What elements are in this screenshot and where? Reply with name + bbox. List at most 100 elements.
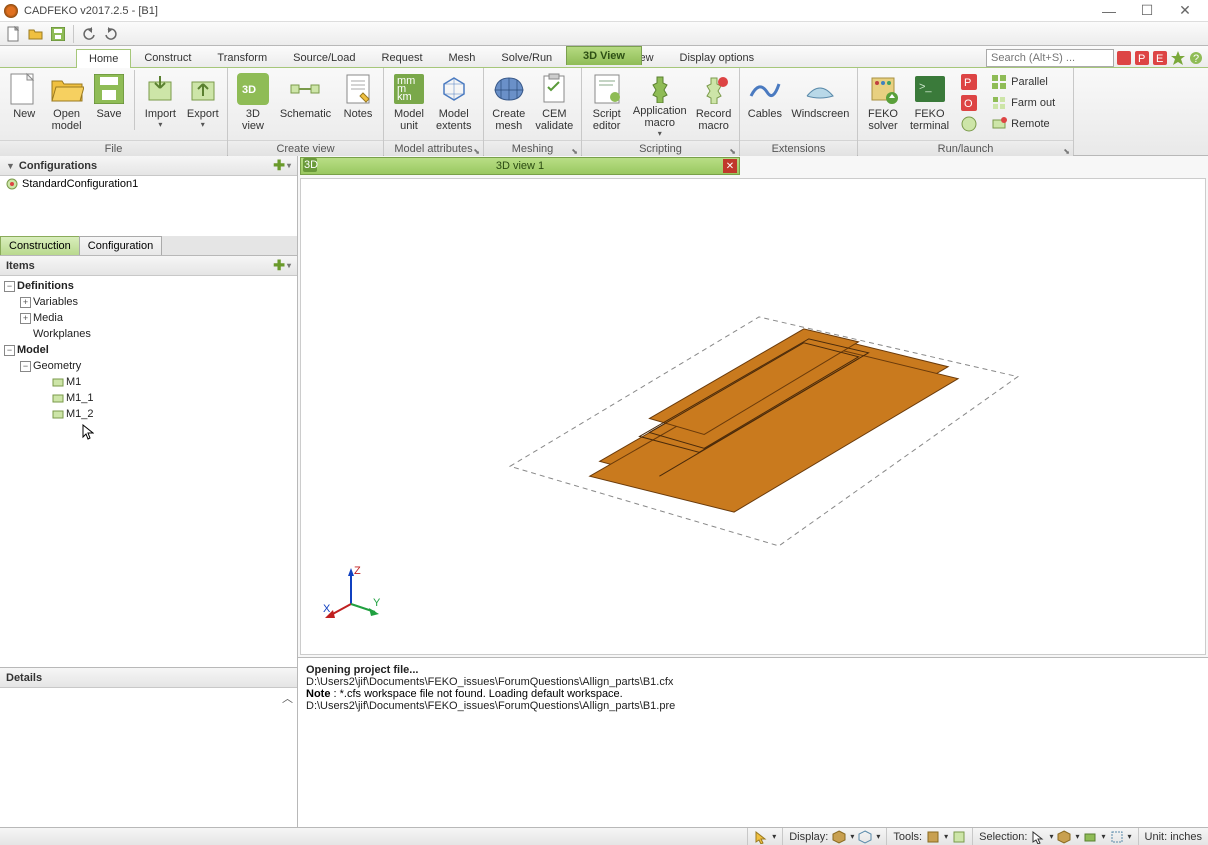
- open-icon[interactable]: [26, 25, 46, 43]
- tab-mesh[interactable]: Mesh: [436, 48, 489, 67]
- expand-icon[interactable]: +: [20, 297, 31, 308]
- tri-icon-1[interactable]: [1116, 50, 1132, 66]
- log-area[interactable]: Opening project file... D:\Users2\jif\Do…: [298, 657, 1208, 827]
- tree-item-m1-2[interactable]: M1_2: [4, 406, 293, 422]
- status-bar: ▾ Display: ▾ ▾ Tools: ▾ Selection: ▾ ▾ ▾…: [0, 827, 1208, 845]
- tab-transform[interactable]: Transform: [204, 48, 280, 67]
- cem-validate-button[interactable]: CEM validate: [532, 70, 577, 140]
- tri-icon-2[interactable]: P: [1134, 50, 1150, 66]
- select-region-icon[interactable]: [1110, 830, 1124, 844]
- launch-icon-1[interactable]: P: [957, 72, 981, 92]
- part-icon: [52, 376, 64, 388]
- status-display-label: Display:: [789, 831, 828, 843]
- axis-x-label: X: [323, 603, 331, 615]
- select-arrow-icon[interactable]: [1031, 830, 1045, 844]
- tools-icon-1[interactable]: [926, 830, 940, 844]
- axis-y-label: Y: [373, 597, 381, 609]
- tree-item-m1-1[interactable]: M1_1: [4, 390, 293, 406]
- close-tab-icon[interactable]: ✕: [723, 159, 737, 173]
- collapse-details-icon[interactable]: ︿: [282, 690, 293, 706]
- tab-display-options[interactable]: Display options: [667, 48, 768, 67]
- windscreen-button[interactable]: Windscreen: [788, 70, 853, 140]
- schematic-button[interactable]: Schematic: [276, 70, 335, 140]
- tree-item-m1[interactable]: M1: [4, 374, 293, 390]
- select-cube-icon[interactable]: [1057, 830, 1071, 844]
- launch-icon-2[interactable]: O: [957, 93, 981, 113]
- import-button[interactable]: Import▾: [140, 70, 180, 140]
- details-header[interactable]: Details: [0, 668, 297, 688]
- save-button[interactable]: Save: [89, 70, 129, 140]
- script-editor-button[interactable]: Script editor: [586, 70, 627, 140]
- subtab-configuration[interactable]: Configuration: [79, 236, 162, 255]
- new-file-icon[interactable]: [4, 25, 24, 43]
- parallel-button[interactable]: Parallel: [987, 72, 1059, 92]
- items-tree[interactable]: −Definitions +Variables +Media Workplane…: [0, 276, 297, 667]
- window-title: CADFEKO v2017.2.5 - [B1]: [24, 5, 1090, 17]
- status-tools-label: Tools:: [893, 831, 922, 843]
- farmout-button[interactable]: Farm out: [987, 93, 1059, 113]
- axis-z-label: Z: [354, 565, 361, 577]
- create-mesh-button[interactable]: Create mesh: [488, 70, 530, 140]
- app-macro-button[interactable]: Application macro▾: [629, 70, 690, 140]
- subtabs: Construction Configuration: [0, 236, 297, 256]
- tools-icon-2[interactable]: [952, 830, 966, 844]
- svg-text:>_: >_: [919, 81, 932, 93]
- close-button[interactable]: ✕: [1166, 0, 1204, 22]
- 3d-canvas[interactable]: Z X Y: [300, 178, 1206, 655]
- part-icon: [52, 392, 64, 404]
- feko-terminal-button[interactable]: >_FEKO terminal: [906, 70, 953, 140]
- maximize-button[interactable]: ☐: [1128, 0, 1166, 22]
- help-icon[interactable]: ?: [1188, 50, 1204, 66]
- collapse-icon[interactable]: −: [4, 345, 15, 356]
- save-icon[interactable]: [48, 25, 68, 43]
- ribbon-tabs: Home Construct Transform Source/Load Req…: [0, 46, 1208, 68]
- feko-solver-button[interactable]: FEKO solver: [862, 70, 904, 140]
- undo-icon[interactable]: [79, 25, 99, 43]
- tab-source-load[interactable]: Source/Load: [280, 48, 368, 67]
- svg-text:3D: 3D: [242, 84, 256, 96]
- context-tab-3d-view[interactable]: 3D View: [566, 46, 642, 65]
- notes-button[interactable]: Notes: [337, 70, 379, 140]
- open-model-button[interactable]: Open model: [46, 70, 86, 140]
- display-cube-icon[interactable]: [832, 830, 846, 844]
- tri-icon-3[interactable]: E: [1152, 50, 1168, 66]
- subtab-construction[interactable]: Construction: [0, 236, 80, 255]
- search-input[interactable]: [986, 49, 1114, 67]
- configuration-item[interactable]: StandardConfiguration1: [0, 176, 297, 192]
- add-configuration-icon[interactable]: ✚: [273, 157, 285, 174]
- tab-home[interactable]: Home: [76, 49, 131, 68]
- new-button[interactable]: New: [4, 70, 44, 140]
- export-button[interactable]: Export▾: [183, 70, 223, 140]
- model-extents-button[interactable]: Model extents: [432, 70, 475, 140]
- config-icon: [6, 178, 18, 190]
- cables-button[interactable]: Cables: [744, 70, 786, 140]
- collapse-icon[interactable]: −: [4, 281, 15, 292]
- record-macro-button[interactable]: Record macro: [692, 70, 735, 140]
- group-file-label: File: [0, 140, 227, 156]
- redo-icon[interactable]: [101, 25, 121, 43]
- tab-solve-run[interactable]: Solve/Run: [488, 48, 565, 67]
- svg-text:3D: 3D: [304, 159, 318, 171]
- part-icon: [52, 408, 64, 420]
- launch-icon-3[interactable]: [957, 114, 981, 134]
- tab-construct[interactable]: Construct: [131, 48, 204, 67]
- model-unit-button[interactable]: mmmkmModel unit: [388, 70, 430, 140]
- svg-text:?: ?: [1193, 53, 1199, 65]
- collapse-icon[interactable]: −: [20, 361, 31, 372]
- items-header[interactable]: Items ✚▾: [0, 256, 297, 276]
- log-note: Note : *.cfs workspace file not found. L…: [306, 688, 1200, 700]
- select-face-icon[interactable]: [1083, 830, 1097, 844]
- status-pick[interactable]: ▾: [747, 828, 776, 845]
- app-icon: [4, 4, 18, 18]
- display-wire-icon[interactable]: [858, 830, 872, 844]
- expand-icon[interactable]: +: [20, 313, 31, 324]
- view-tab-3d[interactable]: 3D 3D view 1 ✕: [300, 157, 740, 175]
- minimize-button[interactable]: —: [1090, 0, 1128, 22]
- axis-gizmo[interactable]: Z X Y: [321, 564, 381, 624]
- add-item-icon[interactable]: ✚: [273, 257, 285, 274]
- configurations-header[interactable]: ▼Configurations ✚▾: [0, 156, 297, 176]
- tab-request[interactable]: Request: [369, 48, 436, 67]
- 3d-view-button[interactable]: 3D3D view: [232, 70, 274, 140]
- remote-button[interactable]: Remote: [987, 114, 1059, 134]
- tri-icon-4[interactable]: [1170, 50, 1186, 66]
